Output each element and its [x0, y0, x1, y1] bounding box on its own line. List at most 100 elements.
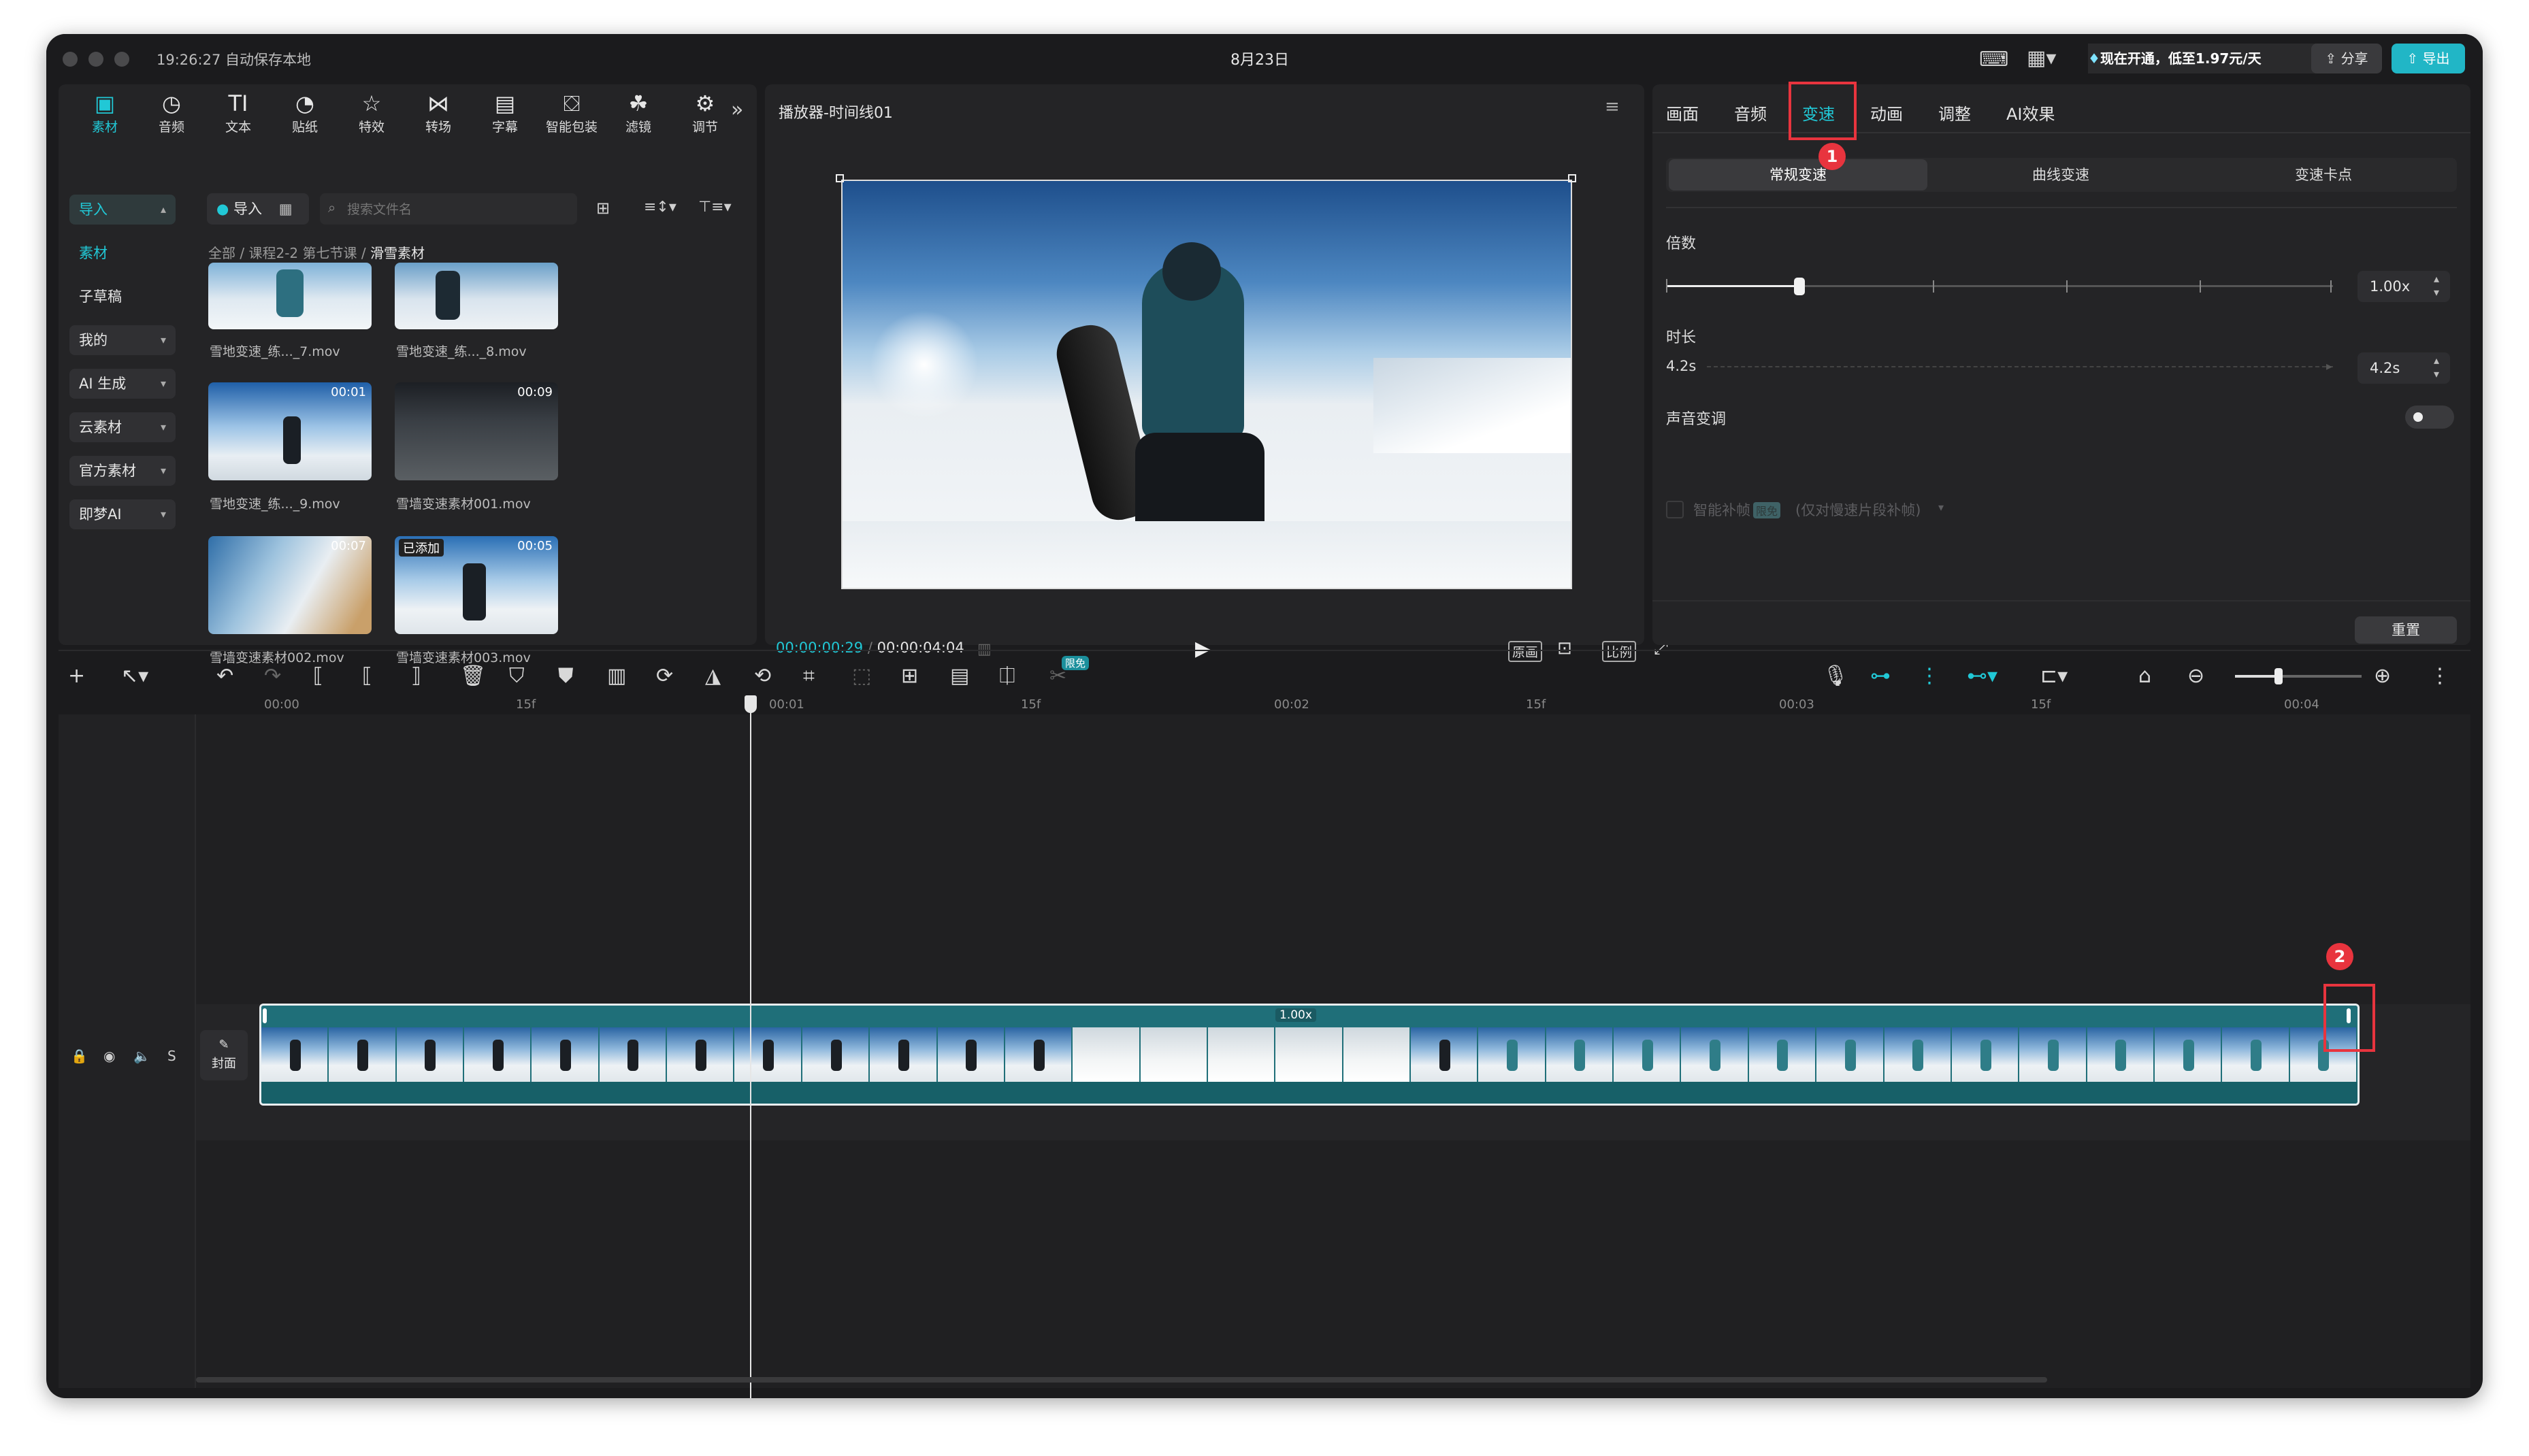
matting-icon[interactable]: ⬚ [852, 664, 871, 688]
aspect-ratio-button[interactable]: 比例 [1602, 641, 1637, 662]
tab-picture[interactable]: 画面 [1666, 101, 1699, 125]
share-button[interactable]: ⇪ 分享 [2311, 44, 2382, 73]
crop-handle[interactable] [836, 174, 844, 182]
search-input[interactable] [346, 197, 566, 222]
segment-beat-speed[interactable]: 变速卡点 [2194, 159, 2453, 191]
fit-timeline-icon[interactable]: ⌂ [2138, 664, 2151, 688]
tab-ai-effects[interactable]: AI效果 [2006, 101, 2055, 125]
close-window-button[interactable] [63, 52, 78, 67]
segment-normal-speed[interactable]: 常规变速 [1669, 159, 1927, 191]
main-track-magnet-icon[interactable]: ⊶ [1870, 664, 1891, 688]
playhead-handle[interactable] [745, 695, 757, 713]
tool-text[interactable]: TI 文本 [208, 90, 268, 137]
more-icon[interactable]: ⋮ [2430, 664, 2450, 688]
breadcrumb-all[interactable]: 全部 [208, 245, 235, 261]
sidebar-item-ai-generate[interactable]: AI 生成 ▾ [69, 369, 176, 399]
mirror-icon[interactable]: ◮ [705, 664, 721, 688]
tool-subtitle[interactable]: ▤ 字幕 [475, 90, 535, 137]
volume-icon[interactable]: 🔈 [133, 1048, 150, 1064]
timeline-scrollbar[interactable] [196, 1377, 2047, 1383]
add-track-icon[interactable]: + [68, 664, 85, 688]
add-frame-icon[interactable]: ⊞ [901, 664, 918, 688]
sidebar-item-media[interactable]: 素材 [69, 238, 176, 268]
tab-animation[interactable]: 动画 [1870, 101, 1903, 125]
import-button[interactable]: ● 导入 ▦ [207, 193, 309, 225]
duration-stepper[interactable]: ▴ ▾ [2434, 354, 2439, 381]
slider-knob[interactable] [1794, 278, 1805, 295]
crop-icon[interactable]: ⌗ [803, 664, 815, 688]
media-clip-thumb[interactable]: 00:01 [208, 382, 372, 480]
microphone-icon[interactable]: 🎙 [1823, 664, 1848, 688]
tool-smart-package[interactable]: ⛋ 智能包装 [542, 90, 602, 137]
tool-filter[interactable]: ☘ 滤镜 [608, 90, 668, 137]
export-button[interactable]: ⇧ 导出 [2392, 44, 2465, 73]
shield-icon[interactable]: ⛊ [558, 664, 574, 688]
view-mode-icon[interactable]: ⊞ [596, 199, 610, 218]
timeline-video-clip[interactable]: 1.00x [259, 1004, 2360, 1106]
zoom-slider[interactable] [2235, 668, 2362, 684]
play-button[interactable]: ▶ [1195, 637, 1211, 661]
fit-screen-icon[interactable]: ⊡ [1557, 638, 1572, 659]
reverse-icon[interactable]: ⟳ [656, 664, 673, 688]
undo-icon[interactable]: ↶ [216, 664, 233, 688]
zoom-window-button[interactable] [114, 52, 129, 67]
lock-icon[interactable]: 🔒 [71, 1048, 88, 1064]
player-menu-icon[interactable]: ≡ [1605, 97, 1620, 117]
tool-adjust[interactable]: ⚙ 调节 [675, 90, 735, 137]
auto-snap-icon[interactable]: ⋮ [1919, 664, 1940, 688]
membership-promo[interactable]: ♦现在开通，低至1.97元/天 [2088, 44, 2347, 73]
rotate-icon[interactable]: ⟲ [754, 664, 771, 688]
pitch-toggle[interactable] [2405, 406, 2454, 429]
preview-canvas[interactable] [841, 180, 1572, 589]
more-tools-icon[interactable]: » [731, 98, 743, 122]
sidebar-item-mine[interactable]: 我的 ▾ [69, 325, 176, 355]
cover-button[interactable]: ✎ 封面 [200, 1030, 248, 1080]
crop-handle[interactable] [1568, 174, 1576, 182]
zoom-knob[interactable] [2274, 668, 2283, 684]
original-quality-button[interactable]: 原画 [1508, 641, 1543, 662]
sidebar-item-cloud[interactable]: 云素材 ▾ [69, 412, 176, 442]
playhead[interactable] [750, 697, 751, 1398]
sidebar-item-jimeng-ai[interactable]: 即梦AI ▾ [69, 499, 176, 529]
zoom-out-icon[interactable]: ⊖ [2187, 664, 2204, 688]
subtitle-recognize-icon[interactable]: ▤ [950, 664, 969, 688]
media-clip-thumb[interactable]: 00:07 [208, 536, 372, 634]
media-clip-thumb[interactable] [208, 263, 372, 329]
split-right-icon[interactable]: ⟧ [411, 664, 421, 688]
minimize-window-button[interactable] [88, 52, 103, 67]
compare-icon[interactable]: ⎅ [999, 664, 1015, 688]
delete-icon[interactable]: 🗑 [460, 664, 486, 688]
speed-slider[interactable] [1666, 276, 2333, 297]
sort-icon[interactable]: ≡↕▾ [644, 199, 676, 216]
smart-frame-checkbox[interactable] [1666, 501, 1684, 518]
breadcrumb-course[interactable]: 课程2-2 第七节课 [248, 245, 357, 261]
preview-axis-icon[interactable]: ⊏▾ [2040, 664, 2068, 688]
split-icon[interactable]: ⟦ [313, 664, 323, 688]
tab-audio[interactable]: 音频 [1734, 101, 1767, 125]
segment-curve-speed[interactable]: 曲线变速 [1931, 159, 2190, 191]
media-clip-thumb[interactable]: 已添加 00:05 [395, 536, 558, 634]
freeze-icon[interactable]: ▥ [607, 664, 626, 688]
select-tool-icon[interactable]: ↖▾ [121, 664, 148, 688]
mark-icon[interactable]: ⛉ [509, 664, 525, 688]
keyboard-shortcut-icon[interactable]: ⌨ [1979, 48, 2008, 71]
filter-sort-icon[interactable]: ⊤≡▾ [698, 199, 732, 216]
redo-icon[interactable]: ↷ [264, 664, 281, 688]
tool-effects[interactable]: ☆ 特效 [342, 90, 402, 137]
search-box[interactable]: ⌕ [320, 193, 577, 225]
link-icon[interactable]: ⊷▾ [1967, 664, 1997, 688]
sidebar-item-official[interactable]: 官方素材 ▾ [69, 456, 176, 486]
reset-button[interactable]: 重置 [2355, 616, 2457, 644]
tool-audio[interactable]: ◷ 音频 [142, 90, 201, 137]
media-clip-thumb[interactable] [395, 263, 558, 329]
layout-icon[interactable]: ▦▾ [2027, 46, 2056, 70]
eye-icon[interactable]: ◉ [103, 1048, 115, 1064]
solo-icon[interactable]: S [167, 1048, 176, 1064]
sidebar-item-subdraft[interactable]: 子草稿 [69, 282, 176, 312]
clip-trim-handle-left[interactable] [263, 1008, 267, 1023]
speed-stepper[interactable]: ▴ ▾ [2434, 272, 2439, 299]
tool-media[interactable]: ▣ 素材 [75, 90, 135, 137]
media-clip-thumb[interactable]: 00:09 [395, 382, 558, 480]
sidebar-item-import[interactable]: 导入 ▴ [69, 195, 176, 225]
split-left-icon[interactable]: ⟦ [362, 664, 372, 688]
